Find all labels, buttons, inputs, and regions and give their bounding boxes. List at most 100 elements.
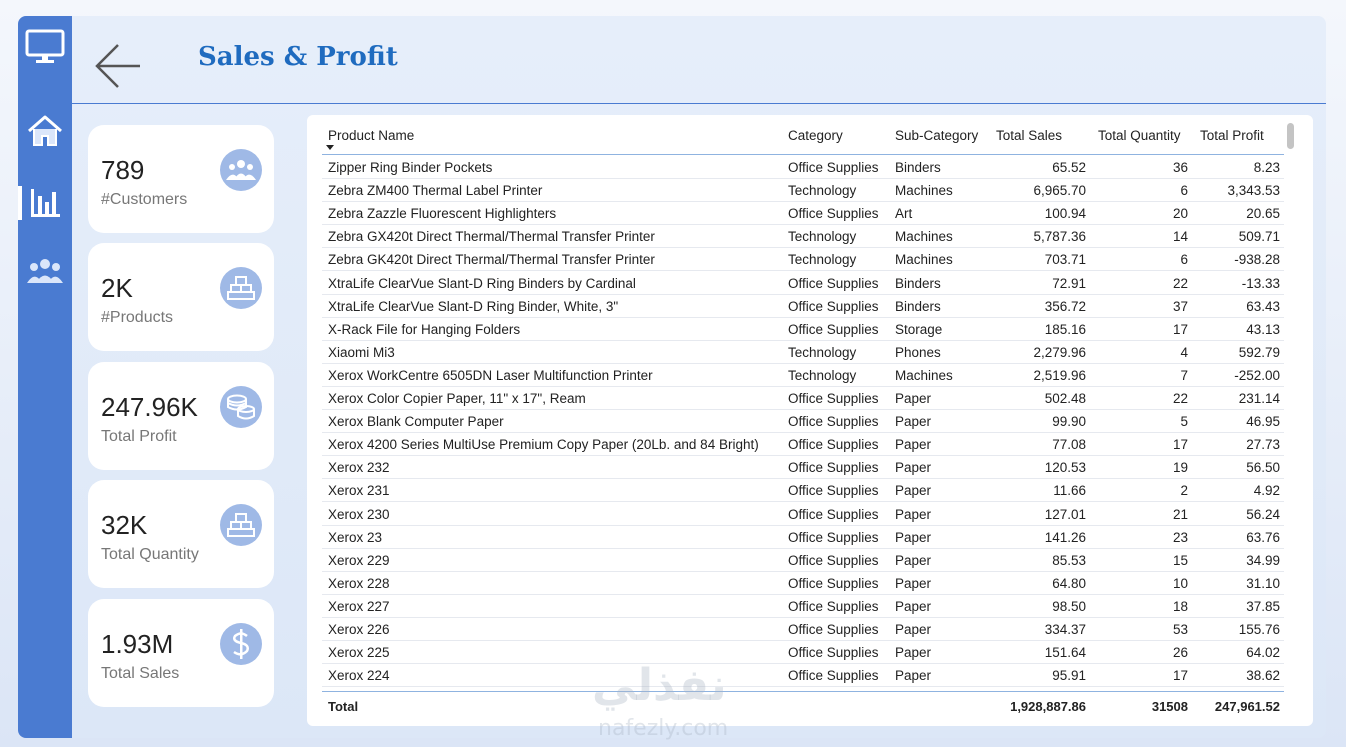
table-row[interactable]: Xerox Blank Computer Paper Office Supplie… bbox=[322, 410, 1284, 434]
kpi-card-profit: 247.96K Total Profit bbox=[88, 362, 274, 470]
total-profit: 247,961.52 bbox=[1214, 699, 1280, 714]
cell-total-quantity: 20 bbox=[1172, 206, 1188, 222]
cell-sub-category: Paper bbox=[895, 552, 932, 568]
cell-total-quantity: 4 bbox=[1180, 344, 1188, 360]
table-row[interactable]: Xerox 4200 Series MultiUse Premium Copy … bbox=[322, 433, 1284, 457]
table-row[interactable]: Zebra Zazzle Fluorescent Highlighters Off… bbox=[322, 202, 1284, 226]
cell-category: Office Supplies bbox=[788, 529, 879, 545]
cell-product-name: XtraLife ClearVue Slant-D Ring Binders b… bbox=[328, 275, 636, 291]
watermark-latin: nafezly.com bbox=[598, 716, 729, 741]
column-header-total-sales[interactable]: Total Sales bbox=[996, 128, 1062, 143]
cell-total-profit: -13.33 bbox=[1241, 275, 1280, 291]
cell-category: Office Supplies bbox=[788, 206, 879, 222]
cell-total-profit: -938.28 bbox=[1234, 252, 1280, 268]
cell-sub-category: Machines bbox=[895, 367, 953, 383]
cell-total-quantity: 14 bbox=[1172, 229, 1188, 245]
cell-sub-category: Binders bbox=[895, 160, 941, 175]
total-quantity: 31508 bbox=[1151, 699, 1188, 714]
cell-total-profit: 8.23 bbox=[1253, 160, 1280, 175]
cell-total-quantity: 6 bbox=[1180, 183, 1188, 199]
cell-total-profit: 592.79 bbox=[1238, 344, 1280, 360]
cell-total-quantity: 5 bbox=[1180, 414, 1188, 430]
cell-category: Office Supplies bbox=[788, 321, 879, 337]
cell-total-sales: 703.71 bbox=[1044, 252, 1086, 268]
cell-product-name: Xerox 226 bbox=[328, 622, 390, 637]
cell-total-profit: 38.62 bbox=[1246, 668, 1280, 684]
kpi-card-products: 2K #Products bbox=[88, 243, 274, 351]
table-row[interactable]: Xerox 229 Office Supplies Paper 85.53 15 34.9… bbox=[322, 549, 1284, 572]
side-nav bbox=[18, 16, 72, 738]
column-header-total-quantity[interactable]: Total Quantity bbox=[1098, 128, 1181, 143]
dollar-icon bbox=[220, 623, 262, 665]
table-row[interactable]: X-Rack File for Hanging Folders Office Su… bbox=[322, 318, 1284, 341]
table-row[interactable]: Xerox 230 Office Supplies Paper 127.01 21 56.… bbox=[322, 503, 1284, 526]
cell-total-sales: 5,787.36 bbox=[1033, 229, 1086, 245]
column-header-product-name[interactable]: Product Name bbox=[328, 128, 414, 143]
cell-total-sales: 85.53 bbox=[1052, 552, 1086, 568]
table-row[interactable]: XtraLife ClearVue Slant-D Ring Binder, W… bbox=[322, 295, 1284, 318]
column-header-sub-category[interactable]: Sub-Category bbox=[895, 128, 978, 143]
cell-sub-category: Paper bbox=[895, 437, 932, 453]
table-row[interactable]: Xerox Color Copier Paper, 11" x 17", Rea… bbox=[322, 387, 1284, 411]
table-row[interactable]: Xerox 23 Office Supplies Paper 141.26 23 63.7… bbox=[322, 526, 1284, 549]
table-row[interactable]: Zebra ZM400 Thermal Label Printer Technol… bbox=[322, 179, 1284, 203]
table-header: Product Name Category Sub-Category Total… bbox=[322, 125, 1284, 155]
cell-total-sales: 502.48 bbox=[1044, 391, 1086, 406]
cell-total-profit: 34.99 bbox=[1246, 552, 1280, 568]
boxes-icon bbox=[220, 504, 262, 546]
column-header-category[interactable]: Category bbox=[788, 128, 843, 143]
cell-total-quantity: 17 bbox=[1172, 321, 1188, 337]
bar-chart-icon bbox=[31, 189, 60, 217]
table-row[interactable]: Xerox 227 Office Supplies Paper 98.50 18 37.8… bbox=[322, 595, 1284, 618]
users-icon bbox=[220, 149, 262, 191]
sort-descending-icon bbox=[326, 145, 334, 150]
table-row[interactable]: Xerox 232 Office Supplies Paper 120.53 19 56.… bbox=[322, 456, 1284, 480]
total-sales: 1,928,887.86 bbox=[1010, 699, 1086, 714]
cell-total-profit: 46.95 bbox=[1246, 414, 1280, 430]
nav-home-button[interactable] bbox=[18, 104, 72, 158]
cell-sub-category: Machines bbox=[895, 252, 953, 268]
arrow-left-icon bbox=[95, 44, 140, 88]
cell-total-sales: 98.50 bbox=[1052, 598, 1086, 614]
cell-total-sales: 6,965.70 bbox=[1033, 183, 1086, 199]
cell-category: Office Supplies bbox=[788, 437, 879, 453]
cell-total-profit: 63.43 bbox=[1246, 298, 1280, 314]
table-total-row: Total 1,928,887.86 31508 247,961.52 bbox=[322, 691, 1284, 719]
table-row[interactable]: Zipper Ring Binder Pockets Office Supplie… bbox=[322, 156, 1284, 180]
cell-sub-category: Paper bbox=[895, 483, 932, 499]
table-row[interactable]: Xerox 228 Office Supplies Paper 64.80 10 31.1… bbox=[322, 572, 1284, 595]
cell-total-profit: 64.02 bbox=[1246, 645, 1280, 661]
back-button[interactable] bbox=[94, 42, 142, 90]
table-row[interactable]: Xerox WorkCentre 6505DN Laser Multifunct… bbox=[322, 364, 1284, 387]
table-row[interactable]: Xerox 224 Office Supplies Paper 95.91 17 38.6… bbox=[322, 664, 1284, 688]
cell-product-name: XtraLife ClearVue Slant-D Ring Binder, W… bbox=[328, 298, 619, 314]
column-header-total-profit[interactable]: Total Profit bbox=[1200, 128, 1264, 143]
table-row[interactable]: XtraLife ClearVue Slant-D Ring Binders b… bbox=[322, 272, 1284, 295]
cell-total-profit: 63.76 bbox=[1246, 529, 1280, 545]
cell-sub-category: Binders bbox=[895, 298, 941, 314]
cell-total-profit: 4.92 bbox=[1253, 483, 1280, 499]
cell-product-name: Xiaomi Mi3 bbox=[328, 344, 395, 360]
table-row[interactable]: Zebra GX420t Direct Thermal/Thermal Tran… bbox=[322, 225, 1284, 249]
monitor-icon bbox=[25, 29, 65, 63]
table-row[interactable]: Zebra GK420t Direct Thermal/Thermal Tran… bbox=[322, 248, 1284, 272]
table-row[interactable]: Xerox 225 Office Supplies Paper 151.64 26 64.… bbox=[322, 641, 1284, 665]
cell-sub-category: Paper bbox=[895, 575, 932, 591]
watermark-arabic: نفذلي bbox=[592, 660, 727, 711]
table-row[interactable]: Xiaomi Mi3 Technology Phones 2,279.96 4 592.7… bbox=[322, 341, 1284, 364]
nav-monitor-button[interactable] bbox=[18, 20, 72, 74]
nav-report-button[interactable] bbox=[18, 176, 72, 230]
nav-customers-button[interactable] bbox=[18, 244, 72, 298]
cell-total-quantity: 22 bbox=[1172, 275, 1188, 291]
cell-total-sales: 65.52 bbox=[1052, 160, 1086, 175]
cell-total-profit: 43.13 bbox=[1246, 321, 1280, 337]
table-scrollbar[interactable] bbox=[1287, 123, 1294, 149]
table-row[interactable]: Xerox 226 Office Supplies Paper 334.37 53 155… bbox=[322, 618, 1284, 642]
kpi-label: Total Profit bbox=[101, 428, 177, 445]
cell-total-sales: 356.72 bbox=[1044, 298, 1086, 314]
cell-total-quantity: 15 bbox=[1172, 552, 1188, 568]
cell-product-name: Zipper Ring Binder Pockets bbox=[328, 160, 493, 175]
cell-total-quantity: 53 bbox=[1172, 622, 1188, 637]
cell-total-profit: 20.65 bbox=[1246, 206, 1280, 222]
table-row[interactable]: Xerox 231 Office Supplies Paper 11.66 2 4.92 bbox=[322, 479, 1284, 503]
